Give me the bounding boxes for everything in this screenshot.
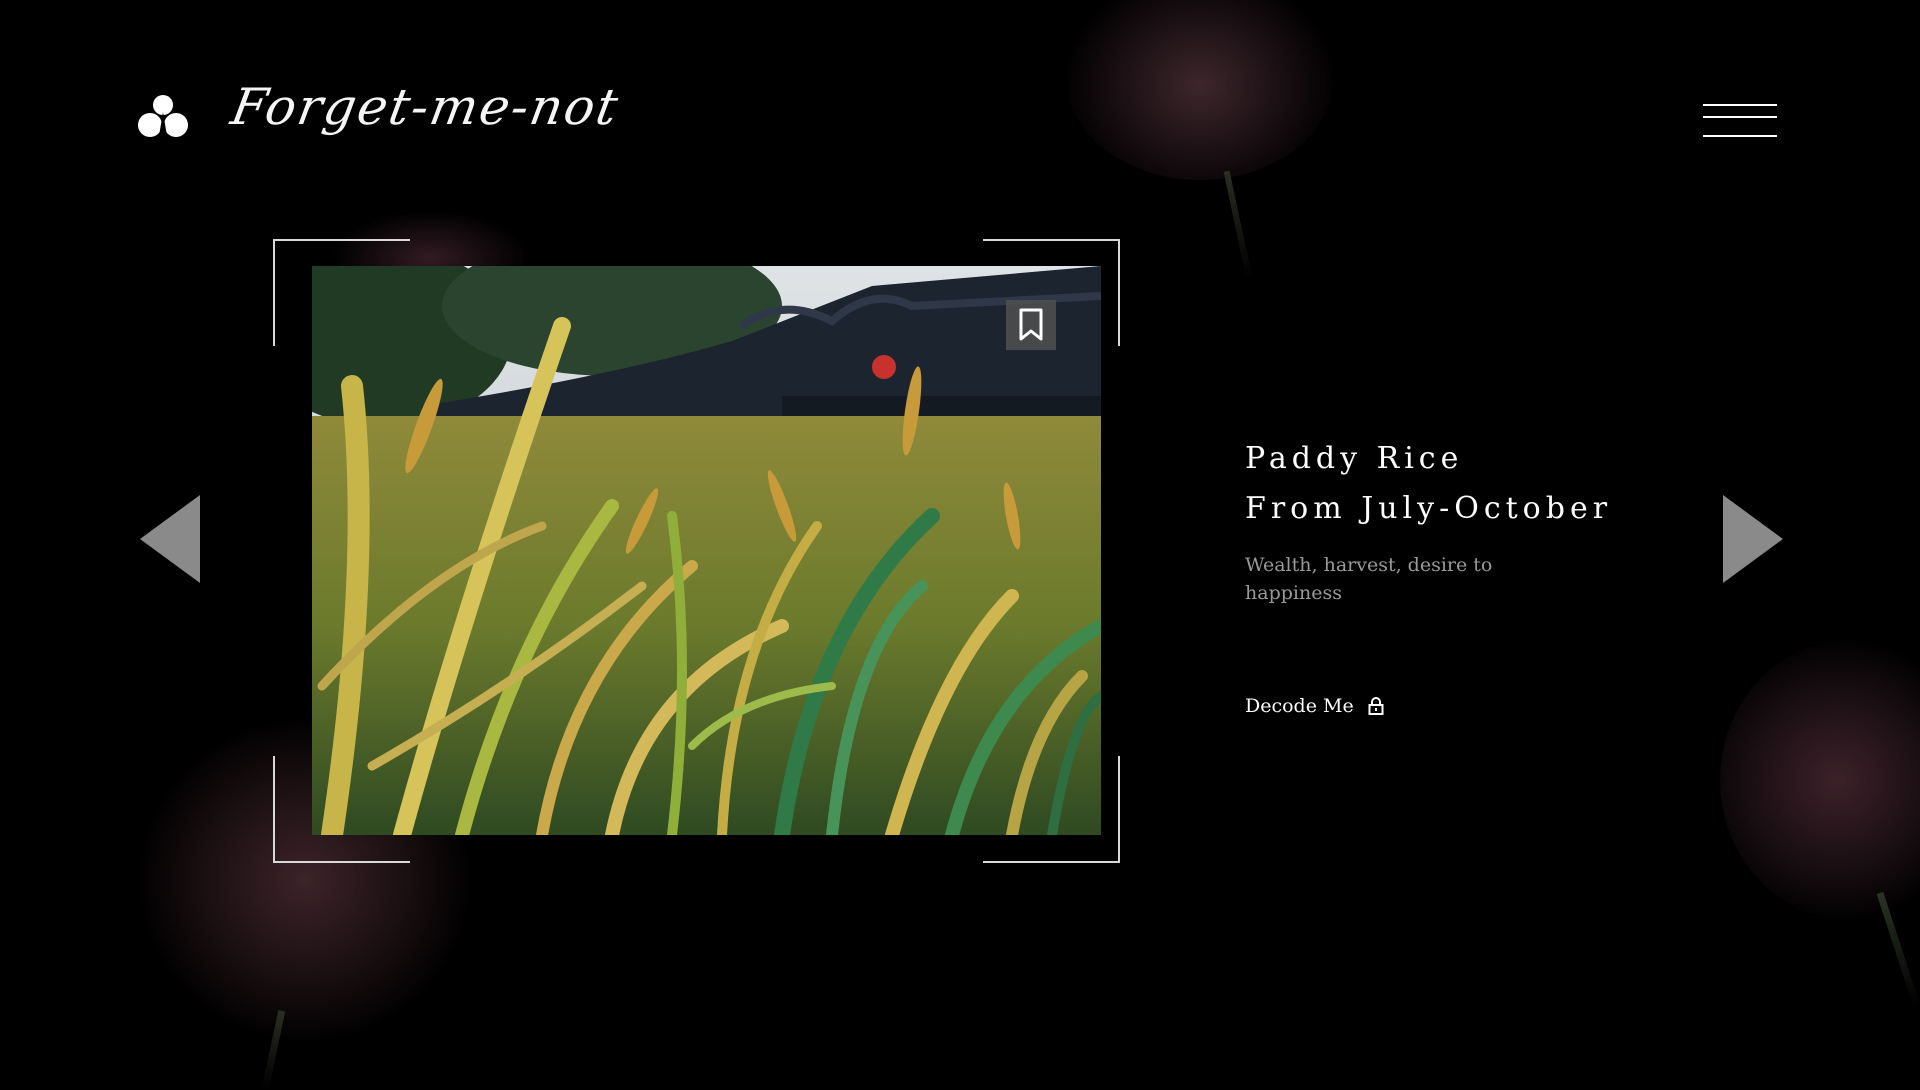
background-flower-stem (1223, 170, 1253, 280)
menu-line (1703, 135, 1777, 137)
menu-line (1703, 104, 1777, 106)
menu-line (1703, 116, 1777, 118)
background-flower (1065, 0, 1335, 180)
decode-me-link[interactable]: Decode Me (1245, 695, 1384, 717)
slide-description: Wealth, harvest, desire to happiness (1245, 554, 1493, 604)
background-flower-stem (261, 1010, 286, 1090)
brand-wordmark[interactable]: Forget-me-not (227, 78, 624, 136)
slide-subtitle: From July-October (1245, 491, 1613, 526)
clover-drop-icon[interactable] (138, 92, 188, 142)
decode-me-label: Decode Me (1245, 695, 1354, 717)
previous-slide-button[interactable] (140, 495, 200, 583)
rice-paddy-photo (312, 266, 1101, 835)
bookmark-icon (1019, 308, 1043, 341)
hamburger-menu-icon[interactable] (1700, 102, 1780, 138)
next-slide-button[interactable] (1723, 495, 1783, 583)
bookmark-button[interactable] (1006, 300, 1056, 350)
background-flower-stem (1876, 891, 1920, 1009)
slide-title: Paddy Rice (1245, 441, 1464, 476)
lock-icon (1368, 697, 1384, 715)
background-flower (1720, 640, 1920, 920)
